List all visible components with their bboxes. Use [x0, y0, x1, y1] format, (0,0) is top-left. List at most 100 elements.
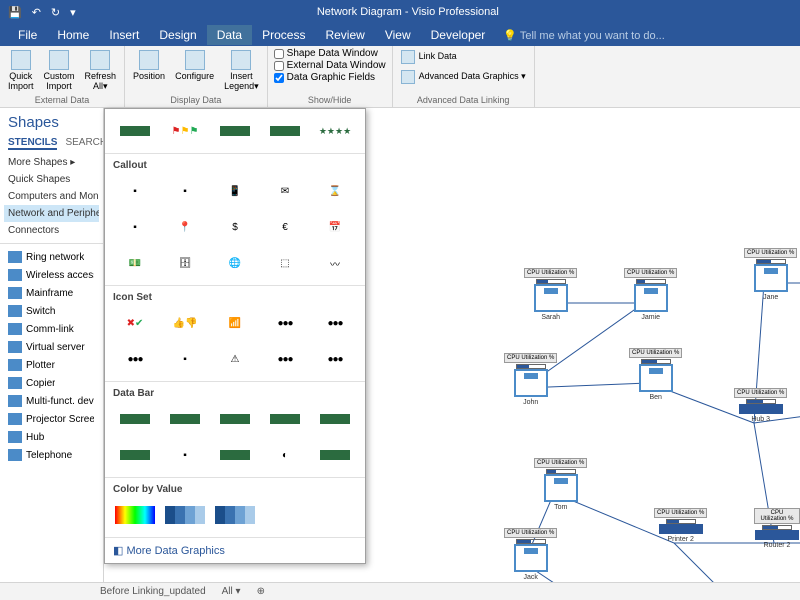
dg-option-tiles[interactable]	[163, 501, 207, 529]
ribbon-quick-import[interactable]: QuickImport	[6, 48, 36, 94]
dg-option-flags[interactable]: ⚑⚑⚑	[163, 117, 207, 145]
node-Sarah[interactable]: CPU Utilization %Sarah	[524, 268, 577, 321]
shape-ring-network[interactable]: Ring network	[4, 248, 88, 266]
more-data-graphics[interactable]: ◧ More Data Graphics	[105, 538, 365, 563]
menu-file[interactable]: File	[8, 25, 47, 45]
dg-option-signs[interactable]: ⚠	[213, 345, 257, 373]
dg-option-pies[interactable]: ●●●	[113, 345, 157, 373]
dg-option-sq[interactable]: ▪	[113, 177, 157, 205]
dg-option-calendar[interactable]: 📅	[313, 213, 357, 241]
dg-option-db[interactable]: 🗄	[163, 249, 207, 277]
shape-telephone[interactable]: Telephone	[4, 446, 76, 464]
dg-option-phone2[interactable]: ▪	[113, 213, 157, 241]
ribbon-link-data[interactable]: Link Data	[399, 48, 459, 66]
dg-option-globe[interactable]: 🌐	[213, 249, 257, 277]
node-Jane[interactable]: CPU Utilization %Jane	[744, 248, 797, 301]
dg-option-bar-g[interactable]	[113, 117, 157, 145]
node-Jack[interactable]: CPU Utilization %Jack	[504, 528, 557, 581]
undo-icon[interactable]: ↶	[32, 6, 41, 19]
shape-projector-screen[interactable]: Projector Screen	[4, 410, 98, 428]
dg-option-tiles2[interactable]	[213, 501, 257, 529]
save-icon[interactable]: 💾	[8, 6, 22, 19]
dg-option-bar4[interactable]	[263, 405, 307, 433]
dg-option-thumbs[interactable]: 👍👎	[163, 309, 207, 337]
shape-hub[interactable]: Hub	[4, 428, 48, 446]
stencil-computers-and-monitor[interactable]: Computers and Monitor	[4, 188, 99, 205]
tab-search[interactable]: SEARCH	[65, 137, 104, 150]
menu-design[interactable]: Design	[149, 25, 206, 45]
check-external-data-window[interactable]: External Data Window	[274, 60, 386, 71]
ribbon-position[interactable]: Position	[131, 48, 167, 84]
node-Hub 3[interactable]: CPU Utilization %Hub 3	[734, 388, 787, 423]
dg-option-gradient[interactable]	[113, 501, 157, 529]
dg-option-grid1[interactable]: ●●●	[313, 309, 357, 337]
shape-wireless-access-point[interactable]: Wireless access point	[4, 266, 98, 284]
dg-option-dollar[interactable]: $	[213, 213, 257, 241]
dg-option-euro[interactable]: €	[263, 213, 307, 241]
shape-comm-link[interactable]: Comm-link	[4, 320, 78, 338]
node-Jamie[interactable]: CPU Utilization %Jamie	[624, 268, 677, 321]
dg-option-xmark[interactable]: ✖✔	[113, 309, 157, 337]
ribbon-custom-import[interactable]: CustomImport	[42, 48, 77, 94]
dg-option-bar5[interactable]	[313, 405, 357, 433]
dg-option-bar7[interactable]	[213, 441, 257, 469]
ribbon-insert-legend-[interactable]: InsertLegend▾	[222, 48, 261, 94]
filter[interactable]: All ▾	[222, 586, 241, 597]
dg-option-rect[interactable]: ▪	[163, 177, 207, 205]
menu-developer[interactable]: Developer	[421, 25, 496, 45]
menu-view[interactable]: View	[375, 25, 421, 45]
shape-plotter[interactable]: Plotter	[4, 356, 59, 374]
dg-option-bar8[interactable]	[313, 441, 357, 469]
stencil-network-and-periphera[interactable]: Network and Periphera	[4, 205, 99, 222]
node-Tom[interactable]: CPU Utilization %Tom	[534, 458, 587, 511]
shape-multi-funct-device[interactable]: Multi-funct. device	[4, 392, 98, 410]
menu-process[interactable]: Process	[252, 25, 315, 45]
dg-option-dots2[interactable]: ●●●	[263, 345, 307, 373]
node-Ben[interactable]: CPU Utilization %Ben	[629, 348, 682, 401]
stencil-connectors[interactable]: Connectors	[4, 222, 99, 239]
stencil-more-shapes-[interactable]: More Shapes ▸	[4, 154, 99, 171]
sheet-name[interactable]: Before Linking_updated	[100, 586, 206, 597]
menu-review[interactable]: Review	[315, 25, 374, 45]
dg-option-money[interactable]: 💵	[113, 249, 157, 277]
ribbon-refresh-all-[interactable]: RefreshAll▾	[83, 48, 119, 94]
dg-option-mail[interactable]: ✉	[263, 177, 307, 205]
dg-option-flags2[interactable]: ▪	[163, 345, 207, 373]
dg-option-stars2[interactable]: ▪	[163, 441, 207, 469]
dg-option-pin[interactable]: 📍	[163, 213, 207, 241]
dg-option-wave[interactable]: 〰	[313, 249, 357, 277]
dg-option-wifi[interactable]: 📶	[213, 309, 257, 337]
ribbon-advanced-data-graphics-[interactable]: Advanced Data Graphics ▾	[399, 68, 528, 86]
tab-stencils[interactable]: STENCILS	[8, 137, 57, 150]
dg-option-bar-split[interactable]	[263, 117, 307, 145]
shape-mainframe[interactable]: Mainframe	[4, 284, 77, 302]
add-sheet-icon[interactable]: ⊕	[257, 586, 265, 597]
dg-option-hourglass[interactable]: ⌛	[313, 177, 357, 205]
node-Router 2[interactable]: CPU Utilization %Router 2	[754, 508, 800, 549]
menu-home[interactable]: Home	[47, 25, 99, 45]
dg-option-grid2[interactable]: ●●●	[313, 345, 357, 373]
node-Printer 2[interactable]: CPU Utilization %Printer 2	[654, 508, 707, 543]
menu-insert[interactable]: Insert	[99, 25, 149, 45]
menu-data[interactable]: Data	[207, 25, 252, 45]
shape-virtual-server[interactable]: Virtual server	[4, 338, 89, 356]
stencil-quick-shapes[interactable]: Quick Shapes	[4, 171, 99, 188]
check-shape-data-window[interactable]: Shape Data Window	[274, 48, 378, 59]
dg-option-bar1[interactable]	[113, 405, 157, 433]
dg-option-bar-o[interactable]	[213, 117, 257, 145]
shape-switch[interactable]: Switch	[4, 302, 59, 320]
shape-copier[interactable]: Copier	[4, 374, 59, 392]
dg-option-bar2[interactable]	[163, 405, 207, 433]
check-data-graphic-fields[interactable]: Data Graphic Fields	[274, 72, 375, 83]
tell-me-input[interactable]: 💡 Tell me what you want to do...	[503, 29, 664, 42]
dg-option-dots1[interactable]: ●●●	[263, 309, 307, 337]
dg-option-gauge[interactable]: ◐	[263, 441, 307, 469]
dg-option-cpu[interactable]: ⬚	[263, 249, 307, 277]
node-John[interactable]: CPU Utilization %John	[504, 353, 557, 406]
dg-option-phone[interactable]: 📱	[213, 177, 257, 205]
dg-option-bar3[interactable]	[213, 405, 257, 433]
dg-option-stars[interactable]: ★★★★	[313, 117, 357, 145]
ribbon-configure[interactable]: Configure	[173, 48, 216, 84]
dg-option-bar6[interactable]	[113, 441, 157, 469]
redo-icon[interactable]: ↻	[51, 6, 60, 19]
